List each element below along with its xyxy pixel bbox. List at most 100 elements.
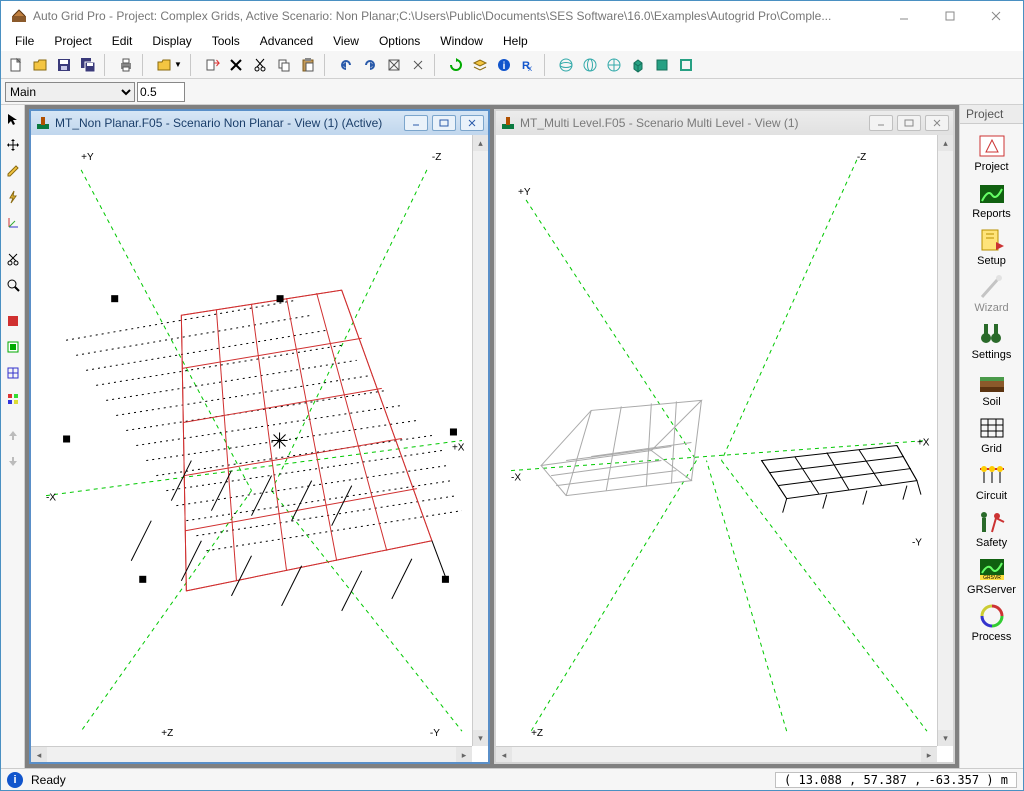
transform-icon[interactable] <box>383 54 405 76</box>
cut-icon[interactable] <box>249 54 271 76</box>
minimize-button[interactable] <box>881 2 927 30</box>
zoom-input[interactable] <box>137 82 185 102</box>
globe-b-icon[interactable] <box>579 54 601 76</box>
menu-help[interactable]: Help <box>495 32 536 50</box>
merge-icon[interactable] <box>407 54 429 76</box>
grid-sel-icon[interactable] <box>3 363 23 383</box>
menu-edit[interactable]: Edit <box>104 32 141 50</box>
move-icon[interactable] <box>3 135 23 155</box>
open-icon[interactable] <box>29 54 51 76</box>
close-button[interactable] <box>973 2 1019 30</box>
svg-text:-X: -X <box>46 493 56 504</box>
panel-item-circuit[interactable]: Circuit <box>964 459 1020 504</box>
panel-item-wizard[interactable]: Wizard <box>964 271 1020 316</box>
viewport-multi-level[interactable]: +Y -Z -X +X +Z -Y <box>496 135 937 746</box>
menu-display[interactable]: Display <box>144 32 199 50</box>
child-window-title-multi-level[interactable]: MT_Multi Level.F05 - Scenario Multi Leve… <box>496 111 953 135</box>
box-a-icon[interactable] <box>627 54 649 76</box>
redo-icon[interactable] <box>359 54 381 76</box>
panel-item-process[interactable]: Process <box>964 600 1020 645</box>
panel-item-safety[interactable]: Safety <box>964 506 1020 551</box>
secondary-toolbar: Main <box>1 79 1023 105</box>
child-close-button[interactable] <box>460 115 484 131</box>
soil-icon <box>976 367 1008 395</box>
child-close-button[interactable] <box>925 115 949 131</box>
svg-text:+Z: +Z <box>531 728 543 739</box>
panel-item-grid[interactable]: Grid <box>964 412 1020 457</box>
maximize-button[interactable] <box>927 2 973 30</box>
vertical-scrollbar[interactable] <box>472 135 488 746</box>
svg-text:+Y: +Y <box>518 187 531 198</box>
svg-text:-Y: -Y <box>912 538 922 549</box>
bolt-icon[interactable] <box>3 187 23 207</box>
child-minimize-button[interactable] <box>869 115 893 131</box>
green-doc-icon[interactable] <box>3 337 23 357</box>
horizontal-scrollbar[interactable] <box>31 746 472 762</box>
child-maximize-button[interactable] <box>432 115 456 131</box>
menu-file[interactable]: File <box>7 32 42 50</box>
svg-text:-X: -X <box>511 473 521 484</box>
globe-c-icon[interactable] <box>603 54 625 76</box>
layer-select[interactable]: Main <box>5 82 135 102</box>
menu-view[interactable]: View <box>325 32 367 50</box>
axis-icon[interactable] <box>3 213 23 233</box>
viewport-non-planar[interactable]: +Y -Z -X +X +Z -Y <box>31 135 472 746</box>
layers-icon[interactable] <box>469 54 491 76</box>
info-toolbar-icon[interactable]: i <box>493 54 515 76</box>
menu-tools[interactable]: Tools <box>204 32 248 50</box>
palette-icon[interactable] <box>3 389 23 409</box>
child-minimize-button[interactable] <box>404 115 428 131</box>
window-title: Auto Grid Pro - Project: Complex Grids, … <box>33 9 881 23</box>
folder-dropdown-icon[interactable]: ▼ <box>153 54 185 76</box>
horizontal-scrollbar[interactable] <box>496 746 937 762</box>
panel-item-soil[interactable]: Soil <box>964 365 1020 410</box>
reports-icon <box>976 179 1008 207</box>
process-icon <box>976 602 1008 630</box>
menu-options[interactable]: Options <box>371 32 428 50</box>
zoom-icon[interactable] <box>3 275 23 295</box>
panel-item-settings[interactable]: Settings <box>964 318 1020 363</box>
pencil-icon[interactable] <box>3 161 23 181</box>
arrow-up-icon[interactable] <box>3 425 23 445</box>
export-icon[interactable] <box>201 54 223 76</box>
wizard-icon <box>976 273 1008 301</box>
save-icon[interactable] <box>53 54 75 76</box>
print-icon[interactable] <box>115 54 137 76</box>
undo-icon[interactable] <box>335 54 357 76</box>
svg-text:+Z: +Z <box>161 728 173 739</box>
globe-a-icon[interactable] <box>555 54 577 76</box>
copy-icon[interactable] <box>273 54 295 76</box>
child-window-label: MT_Non Planar.F05 - Scenario Non Planar … <box>55 116 382 130</box>
menu-window[interactable]: Window <box>432 32 491 50</box>
menu-project[interactable]: Project <box>46 32 99 50</box>
refresh-icon[interactable] <box>445 54 467 76</box>
delete-icon[interactable] <box>225 54 247 76</box>
new-doc-icon[interactable] <box>5 54 27 76</box>
box-b-icon[interactable] <box>651 54 673 76</box>
window-titlebar: Auto Grid Pro - Project: Complex Grids, … <box>1 1 1023 31</box>
child-window-non-planar: MT_Non Planar.F05 - Scenario Non Planar … <box>29 109 490 764</box>
menu-advanced[interactable]: Advanced <box>252 32 321 50</box>
panel-item-grserver[interactable]: GRSVR GRServer <box>964 553 1020 598</box>
panel-item-reports[interactable]: Reports <box>964 177 1020 222</box>
svg-text:-Y: -Y <box>430 728 440 739</box>
grid-icon <box>976 414 1008 442</box>
pointer-icon[interactable] <box>3 109 23 129</box>
child-window-icon <box>35 115 51 131</box>
vertical-scrollbar[interactable] <box>937 135 953 746</box>
panel-item-project[interactable]: Project <box>964 130 1020 175</box>
panel-tab-project[interactable]: Project <box>960 105 1023 124</box>
panel-item-setup[interactable]: Setup <box>964 224 1020 269</box>
status-coordinates: ( 13.088 , 57.387 , -63.357 ) m <box>775 772 1017 788</box>
save-all-icon[interactable] <box>77 54 99 76</box>
child-window-icon <box>500 115 516 131</box>
child-maximize-button[interactable] <box>897 115 921 131</box>
arrow-down-icon[interactable] <box>3 451 23 471</box>
child-window-label: MT_Multi Level.F05 - Scenario Multi Leve… <box>520 116 799 130</box>
red-doc-icon[interactable] <box>3 311 23 331</box>
scissors-icon[interactable] <box>3 249 23 269</box>
child-window-title-non-planar[interactable]: MT_Non Planar.F05 - Scenario Non Planar … <box>31 111 488 135</box>
rx-icon[interactable]: Rx <box>517 54 539 76</box>
paste-icon[interactable] <box>297 54 319 76</box>
box-c-icon[interactable] <box>675 54 697 76</box>
